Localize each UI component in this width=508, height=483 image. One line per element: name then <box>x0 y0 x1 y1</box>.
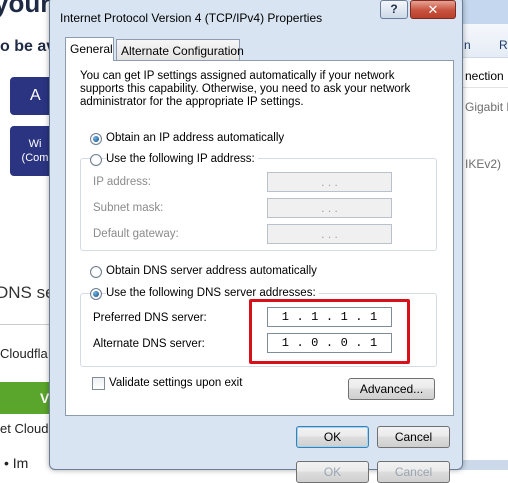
use-following-ip-label[interactable]: Use the following IP address: <box>106 153 258 165</box>
dialog-title: Internet Protocol Version 4 (TCP/IPv4) P… <box>60 11 323 25</box>
background-window-titlebar <box>459 0 508 24</box>
default-gateway-input: . . . <box>267 224 392 244</box>
background-windows-button[interactable]: Wi (Com <box>10 126 52 176</box>
obtain-dns-automatically-label[interactable]: Obtain DNS server address automatically <box>106 265 317 277</box>
validate-settings-label[interactable]: Validate settings upon exit <box>109 377 242 389</box>
background-toolbar-item[interactable]: n <box>464 38 471 52</box>
background-column-header[interactable]: nection <box>459 64 508 88</box>
background-cloudflare-text: Cloudfla <box>0 346 48 361</box>
obtain-ip-automatically-radio[interactable] <box>90 133 102 145</box>
default-gateway-label: Default gateway: <box>93 228 179 240</box>
ok-button[interactable]: OK <box>296 426 369 448</box>
background-divider <box>0 324 52 325</box>
underlying-ok-button: OK <box>296 461 369 483</box>
ip-address-input: . . . <box>267 172 392 192</box>
obtain-ip-automatically-label[interactable]: Obtain an IP address automatically <box>106 132 284 144</box>
background-webpage: your o be av A Wi (Com DNS se Cloudfla V… <box>0 0 52 470</box>
close-button[interactable]: ✕ <box>410 0 456 19</box>
background-subheading: o be av <box>0 38 52 55</box>
subnet-mask-input: . . . <box>267 198 392 218</box>
use-following-dns-radio[interactable] <box>90 288 102 300</box>
dns-highlight-box <box>249 299 410 364</box>
background-window-footer <box>459 460 508 470</box>
description-text: You can get IP settings assigned automat… <box>80 70 411 108</box>
preferred-dns-label: Preferred DNS server: <box>93 312 207 324</box>
background-list-item[interactable]: IKEv2) <box>465 157 501 171</box>
apple-icon: A <box>30 87 41 104</box>
ip-address-value: . . . <box>321 175 338 189</box>
underlying-cancel-button: Cancel <box>377 461 450 483</box>
general-tab-panel: You can get IP settings assigned automat… <box>65 60 454 416</box>
background-get-cloudflare-text: et Cloud <box>0 421 49 436</box>
subnet-mask-label: Subnet mask: <box>93 202 164 214</box>
use-following-ip-radio[interactable] <box>90 154 102 166</box>
alternate-dns-label: Alternate DNS server: <box>93 338 205 350</box>
validate-settings-checkbox[interactable] <box>92 377 105 390</box>
tab-alternate-configuration[interactable]: Alternate Configuration <box>116 39 244 61</box>
background-network-window: n R nection Gigabit N IKEv2) <box>458 0 508 470</box>
background-dns-heading: DNS se <box>0 283 52 302</box>
background-windows-sublabel: (Com <box>21 152 49 164</box>
background-heading: your <box>0 0 51 18</box>
advanced-button[interactable]: Advanced... <box>348 378 435 400</box>
background-windows-label: Wi <box>28 138 42 150</box>
background-green-button[interactable]: V <box>0 382 52 414</box>
cancel-button[interactable]: Cancel <box>377 426 450 448</box>
subnet-mask-value: . . . <box>321 201 338 215</box>
background-bullet-item: • Im <box>4 455 29 470</box>
ip-address-label: IP address: <box>93 176 151 188</box>
background-toolbar-item[interactable]: R <box>499 38 508 52</box>
obtain-dns-automatically-radio[interactable] <box>90 266 102 278</box>
ipv4-properties-dialog: Internet Protocol Version 4 (TCP/IPv4) P… <box>49 0 463 483</box>
tab-general[interactable]: General <box>65 37 114 61</box>
use-following-dns-label[interactable]: Use the following DNS server addresses: <box>106 287 319 299</box>
background-list-item[interactable]: Gigabit N <box>465 100 508 114</box>
help-button[interactable]: ? <box>380 0 408 19</box>
background-apple-button[interactable]: A <box>10 77 52 115</box>
default-gateway-value: . . . <box>321 227 338 241</box>
